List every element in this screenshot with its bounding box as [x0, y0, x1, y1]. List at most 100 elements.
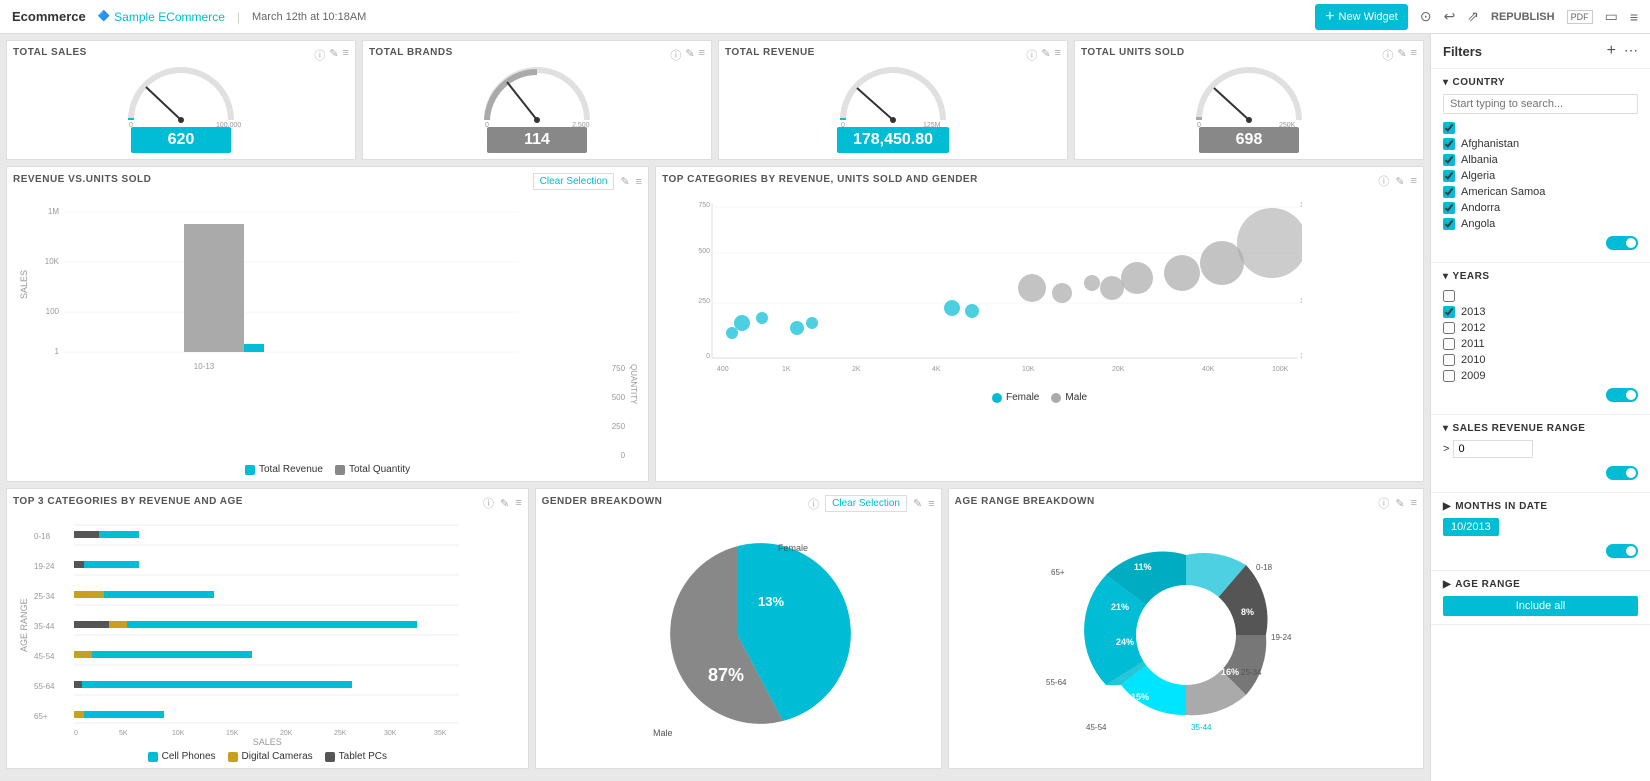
svg-text:19-24: 19-24: [1271, 633, 1292, 642]
widget-info-icon[interactable]: ⓘ: [670, 47, 681, 63]
republish-button[interactable]: REPUBLISH: [1491, 11, 1555, 23]
country-search-input[interactable]: [1443, 94, 1638, 114]
months-toggle[interactable]: [1606, 544, 1638, 558]
widget-menu-icon[interactable]: ≡: [636, 176, 642, 188]
year-2013-checkbox[interactable]: [1443, 306, 1455, 318]
top-categories-widget: TOP CATEGORIES BY REVENUE, UNITS SOLD AN…: [655, 166, 1424, 482]
svg-text:35-44: 35-44: [1191, 723, 1212, 732]
new-widget-button[interactable]: + New Widget: [1315, 4, 1408, 30]
include-all-button[interactable]: Include all: [1443, 596, 1638, 616]
widget-menu-icon[interactable]: ≡: [343, 47, 349, 63]
widget-menu-icon[interactable]: ≡: [515, 497, 521, 509]
year-2009-checkbox[interactable]: [1443, 370, 1455, 382]
widget-edit-icon[interactable]: ✎: [1397, 47, 1406, 63]
quantity-axis-label: QUANTITY: [629, 364, 638, 460]
menu-icon[interactable]: ≡: [1630, 9, 1638, 25]
widget-menu-icon[interactable]: ≡: [699, 47, 705, 63]
country-section-title[interactable]: ▾ COUNTRY: [1443, 77, 1638, 88]
year-2011-checkbox[interactable]: [1443, 338, 1455, 350]
years-filter-section: ▾ YEARS 2013 2012 2011 2010: [1431, 263, 1650, 415]
list-item: Andorra: [1443, 200, 1638, 216]
country-afghanistan-checkbox[interactable]: [1443, 138, 1455, 150]
svg-text:Female: Female: [778, 543, 808, 553]
widget-info-icon[interactable]: ⓘ: [1378, 495, 1389, 511]
total-sales-widget: TOTAL SALES ⓘ ✎ ≡ 0 100,000 620: [6, 40, 356, 160]
svg-text:Male: Male: [653, 728, 673, 738]
svg-text:1: 1: [1300, 353, 1302, 360]
svg-text:250: 250: [698, 298, 710, 305]
sales-revenue-title[interactable]: ▾ SALES REVENUE RANGE: [1443, 423, 1638, 434]
svg-text:21%: 21%: [1111, 602, 1129, 612]
country-americansamoa-checkbox[interactable]: [1443, 186, 1455, 198]
year-2012-checkbox[interactable]: [1443, 322, 1455, 334]
total-revenue-value: 178,450.80: [837, 127, 949, 153]
widget-info-icon[interactable]: ⓘ: [1382, 47, 1393, 63]
widget-edit-icon[interactable]: ✎: [1395, 175, 1404, 188]
widget-edit-icon[interactable]: ✎: [685, 47, 694, 63]
years-section-title[interactable]: ▾ YEARS: [1443, 271, 1638, 282]
months-title[interactable]: ▶ Months in Date: [1443, 501, 1638, 512]
total-units-widget: TOTAL UNITS SOLD ⓘ ✎ ≡ 0 250K 698: [1074, 40, 1424, 160]
top3-chart-widget: TOP 3 CATEGORIES BY REVENUE AND AGE ⓘ ✎ …: [6, 488, 529, 769]
widget-info-icon[interactable]: ⓘ: [483, 495, 494, 511]
filters-more-icon[interactable]: ⋯: [1624, 42, 1638, 60]
main-layout: TOTAL SALES ⓘ ✎ ≡ 0 100,000 620: [0, 34, 1650, 781]
widget-menu-icon[interactable]: ≡: [1411, 497, 1417, 509]
svg-text:1: 1: [55, 347, 60, 356]
top-categories-title: TOP CATEGORIES BY REVENUE, UNITS SOLD AN…: [662, 174, 978, 185]
widget-info-icon[interactable]: ⓘ: [314, 47, 325, 63]
clear-selection-button[interactable]: Clear Selection: [533, 173, 615, 190]
country-toggle[interactable]: [1606, 236, 1638, 250]
top3-chart-svg: 0-18 19-24 25-34 35-44 45-54 55-64 65+: [29, 515, 459, 735]
widget-menu-icon[interactable]: ≡: [928, 498, 934, 510]
widget-edit-icon[interactable]: ✎: [620, 175, 629, 188]
widget-menu-icon[interactable]: ≡: [1055, 47, 1061, 63]
svg-text:0: 0: [74, 730, 78, 735]
filters-add-icon[interactable]: +: [1607, 42, 1616, 60]
revenue-chart-title: REVENUE vs.UNITS SOLD: [13, 174, 151, 185]
gauges-row: TOTAL SALES ⓘ ✎ ≡ 0 100,000 620: [6, 40, 1424, 160]
widget-info-icon[interactable]: ⓘ: [808, 496, 819, 512]
widget-edit-icon[interactable]: ✎: [500, 497, 509, 510]
widget-info-icon[interactable]: ⓘ: [1026, 47, 1037, 63]
widget-edit-icon[interactable]: ✎: [913, 497, 922, 510]
sales-revenue-toggle[interactable]: [1606, 466, 1638, 480]
widget-info-icon[interactable]: ⓘ: [1378, 173, 1389, 189]
date-label: March 12th at 10:18AM: [252, 11, 366, 23]
country-all-checkbox[interactable]: [1443, 122, 1455, 134]
country-albania-checkbox[interactable]: [1443, 154, 1455, 166]
filters-panel: Filters + ⋯ ▾ COUNTRY Afghanistan: [1430, 34, 1650, 781]
year-blank-checkbox[interactable]: [1443, 290, 1455, 302]
widget-menu-icon[interactable]: ≡: [1411, 47, 1417, 63]
top3-title: TOP 3 CATEGORIES BY REVENUE AND AGE: [13, 496, 243, 507]
sample-label[interactable]: Sample ECommerce: [98, 10, 225, 24]
svg-text:10: 10: [1300, 298, 1302, 305]
total-units-gauge: 0 250K: [1189, 62, 1309, 127]
age-range-filter-title[interactable]: ▶ Age Range: [1443, 579, 1638, 590]
sales-revenue-input[interactable]: [1453, 440, 1533, 458]
total-units-value: 698: [1199, 127, 1299, 153]
years-toggle[interactable]: [1606, 388, 1638, 402]
svg-text:45-54: 45-54: [34, 652, 55, 661]
widget-edit-icon[interactable]: ✎: [329, 47, 338, 63]
clear-selection-gender-button[interactable]: Clear Selection: [825, 495, 907, 512]
copy-icon[interactable]: ⊙: [1420, 8, 1432, 25]
country-algeria-checkbox[interactable]: [1443, 170, 1455, 182]
svg-text:0-18: 0-18: [1256, 563, 1273, 572]
country-angola-checkbox[interactable]: [1443, 218, 1455, 230]
svg-text:1K: 1K: [782, 366, 791, 373]
widget-edit-icon[interactable]: ✎: [1395, 497, 1404, 510]
pdf-icon[interactable]: PDF: [1567, 10, 1593, 24]
svg-text:15K: 15K: [226, 730, 239, 735]
undo-icon[interactable]: ↩: [1444, 8, 1456, 25]
share-icon[interactable]: ⇗: [1467, 8, 1479, 25]
country-list: Afghanistan Albania Algeria American Sam…: [1443, 120, 1638, 232]
country-andorra-checkbox[interactable]: [1443, 202, 1455, 214]
widget-menu-icon[interactable]: ≡: [1411, 175, 1417, 187]
year-2010-checkbox[interactable]: [1443, 354, 1455, 366]
svg-text:35K: 35K: [434, 730, 447, 735]
svg-text:65+: 65+: [1051, 568, 1065, 577]
widget-edit-icon[interactable]: ✎: [1041, 47, 1050, 63]
sales-revenue-filter-section: ▾ SALES REVENUE RANGE >: [1431, 415, 1650, 493]
layout-icon[interactable]: ▭: [1605, 8, 1618, 25]
